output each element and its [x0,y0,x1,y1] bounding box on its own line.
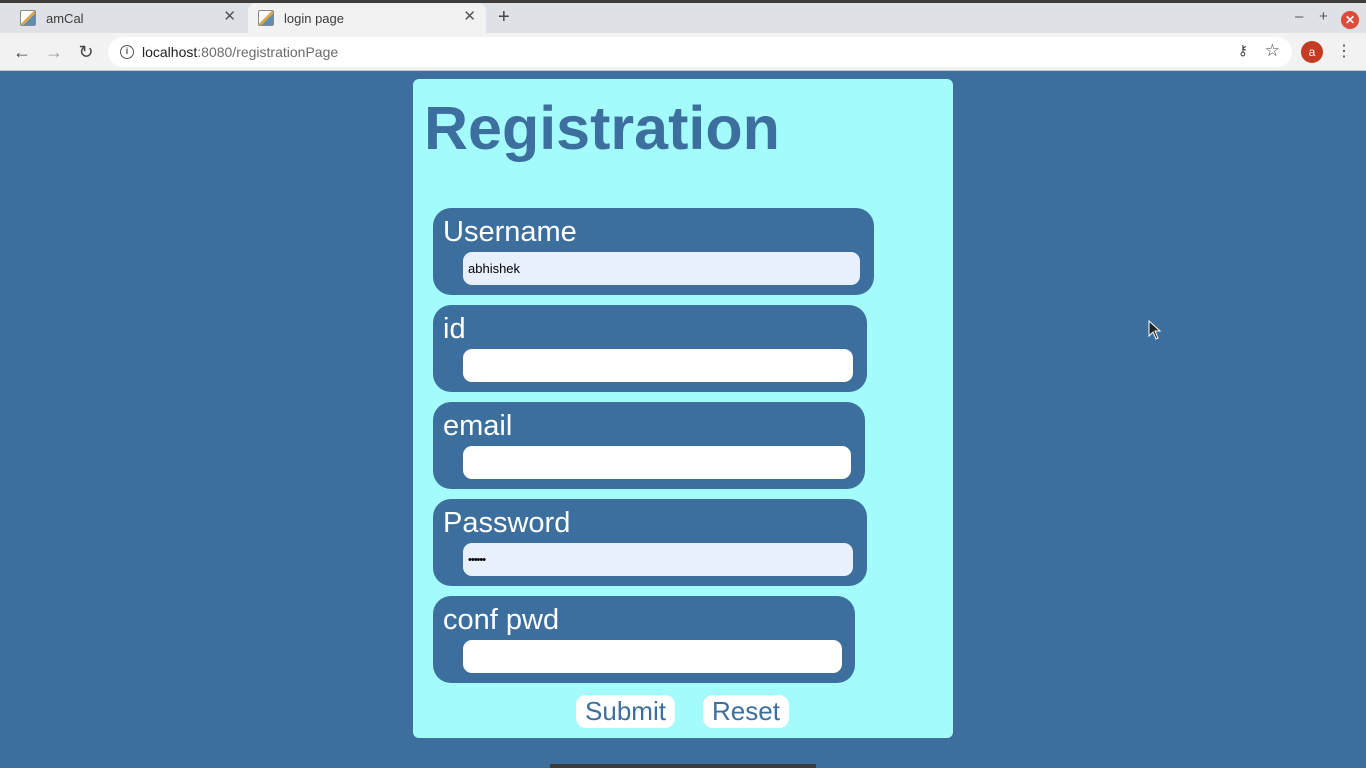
key-icon[interactable]: ⚷ [1238,42,1248,59]
close-window-icon[interactable]: ✕ [1341,11,1359,29]
bottom-bar [550,764,816,768]
password-field-group: Password [433,499,867,586]
address-bar[interactable]: i localhost:8080/registrationPage ⚷ ☆ [108,37,1292,67]
close-tab-icon[interactable]: ✕ [463,9,476,25]
bookmark-star-icon[interactable]: ☆ [1265,41,1280,61]
id-label: id [443,313,466,345]
mouse-cursor-icon [1148,320,1162,340]
confirm-password-input[interactable] [463,640,842,673]
tab-amcal[interactable]: amCal ✕ [10,3,246,33]
maximize-icon[interactable]: + [1319,8,1328,26]
reload-icon[interactable]: ↻ [74,40,98,64]
password-input[interactable] [463,543,853,576]
tab-label: login page [284,10,344,26]
username-field-group: Username [433,208,874,295]
new-tab-icon[interactable]: + [498,7,510,27]
tab-label: amCal [46,10,84,26]
registration-card: Registration Username id email Password … [413,79,953,738]
username-label: Username [443,216,577,248]
profile-avatar[interactable]: a [1301,41,1323,63]
close-tab-icon[interactable]: ✕ [223,9,236,25]
url-text[interactable]: localhost:8080/registrationPage [142,44,338,60]
tab-strip: amCal ✕ login page ✕ + – + ✕ [0,3,1366,33]
minimize-icon[interactable]: – [1295,8,1303,26]
back-arrow-icon[interactable]: ← [10,40,34,64]
username-input[interactable] [463,252,860,285]
info-icon[interactable]: i [120,45,134,59]
image-favicon-icon [258,10,274,26]
page-title: Registration [424,94,780,162]
reset-button[interactable]: Reset [703,695,789,728]
kebab-menu-icon[interactable]: ⋮ [1336,41,1352,63]
browser-toolbar: ← → ↻ i localhost:8080/registrationPage … [0,33,1366,71]
id-field-group: id [433,305,867,392]
forward-arrow-icon[interactable]: → [42,40,66,64]
confirm-password-label: conf pwd [443,604,560,636]
tab-login-page[interactable]: login page ✕ [248,3,486,33]
email-label: email [443,410,513,442]
confirm-password-field-group: conf pwd [433,596,855,683]
image-favicon-icon [20,10,36,26]
email-field-group: email [433,402,865,489]
submit-button[interactable]: Submit [576,695,675,728]
password-label: Password [443,507,571,539]
email-input[interactable] [463,446,851,479]
id-input[interactable] [463,349,853,382]
